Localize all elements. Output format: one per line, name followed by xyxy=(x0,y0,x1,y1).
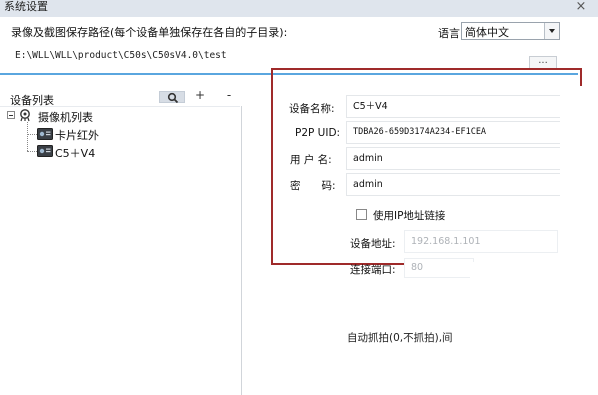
tree-root-camera-list[interactable]: 摄像机列表 xyxy=(38,109,93,125)
tree-connector xyxy=(27,151,37,152)
language-label: 语言 xyxy=(438,27,460,40)
save-path-label: 录像及截图保存路径(每个设备单独保存在各自的子目录): xyxy=(11,26,288,39)
tree-connector xyxy=(27,122,28,151)
search-button[interactable] xyxy=(159,91,185,103)
p2p-camera-icon xyxy=(37,128,53,140)
settings-window: 系统设置 × 录像及截图保存路径(每个设备单独保存在各自的子目录): 语言 简体… xyxy=(0,0,598,395)
device-address-field[interactable]: 192.168.1.101 xyxy=(404,230,558,253)
tree-item-camera[interactable]: 卡片红外 xyxy=(55,127,99,143)
chevron-down-icon[interactable] xyxy=(544,23,559,39)
title-bar: 系统设置 × xyxy=(0,0,598,17)
window-title: 系统设置 xyxy=(4,0,48,13)
language-selected-value: 简体中文 xyxy=(465,26,509,39)
remove-device-button[interactable]: - xyxy=(222,87,236,103)
tree-item-camera[interactable]: C5＋V4 xyxy=(55,145,95,161)
search-icon xyxy=(167,92,179,103)
add-device-button[interactable]: + xyxy=(193,87,207,103)
device-address-label: 设备地址: xyxy=(350,238,396,250)
faded-region xyxy=(560,86,598,395)
p2p-camera-icon xyxy=(37,145,53,157)
tree-panel-border xyxy=(241,106,242,395)
language-select[interactable]: 简体中文 xyxy=(461,22,560,40)
save-path-value: E:\WLL\WLL\product\C50s\C50sV4.0\test xyxy=(15,50,227,61)
collapse-icon[interactable] xyxy=(7,111,15,119)
close-button[interactable]: × xyxy=(570,0,592,16)
auto-snapshot-label: 自动抓拍(0,不抓拍),间 xyxy=(347,332,453,344)
tree-connector xyxy=(27,134,37,135)
connect-port-label: 连接端口: xyxy=(350,264,396,276)
camera-group-icon xyxy=(20,109,30,122)
tree-top-rule xyxy=(0,106,240,107)
connect-port-field[interactable]: 80 xyxy=(404,258,474,278)
